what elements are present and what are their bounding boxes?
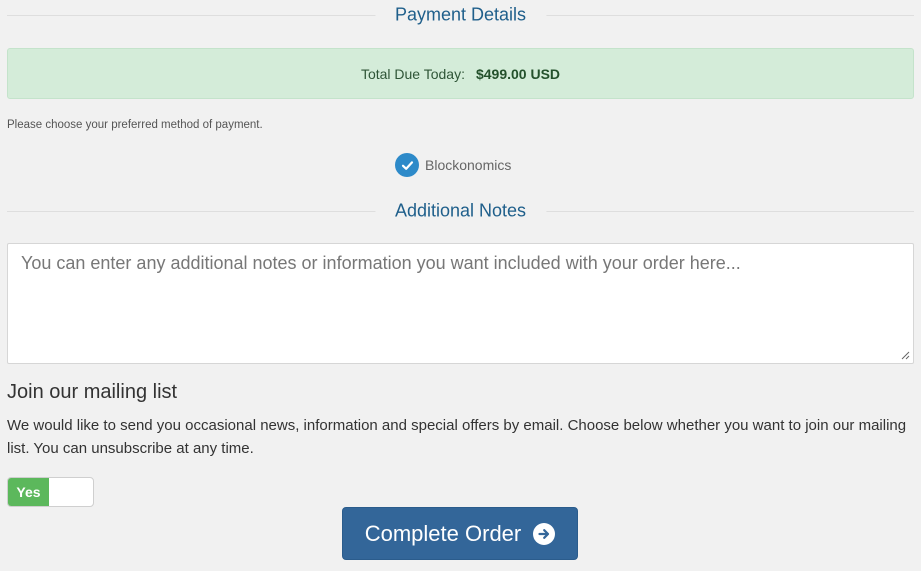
complete-order-label: Complete Order [364, 520, 522, 546]
resize-grip-icon[interactable] [900, 350, 910, 360]
additional-notes-heading: Additional Notes [7, 196, 914, 226]
additional-notes-textarea[interactable] [7, 243, 914, 364]
total-due-amount: $499.00 USD [475, 65, 561, 82]
payment-method-label: Blockonomics [425, 157, 512, 173]
additional-notes-title: Additional Notes [374, 200, 547, 222]
mailing-list-description: We would like to send you occasional new… [7, 417, 907, 457]
total-due-label: Total Due Today: [360, 65, 465, 82]
payment-method-instructions: Please choose your preferred method of p… [7, 119, 263, 131]
check-circle-icon[interactable] [395, 153, 419, 177]
total-due-box: Total Due Today: $499.00 USD [7, 48, 914, 99]
complete-order-button[interactable]: Complete Order [342, 507, 578, 560]
mailing-list-toggle[interactable]: Yes [7, 477, 94, 507]
payment-method-blockonomics[interactable]: Blockonomics [395, 153, 511, 177]
toggle-yes-label: Yes [8, 478, 49, 506]
payment-details-heading: Payment Details [7, 0, 914, 30]
payment-details-title: Payment Details [374, 4, 547, 26]
arrow-circle-right-icon [533, 522, 556, 545]
mailing-list-title: Join our mailing list [7, 381, 178, 403]
